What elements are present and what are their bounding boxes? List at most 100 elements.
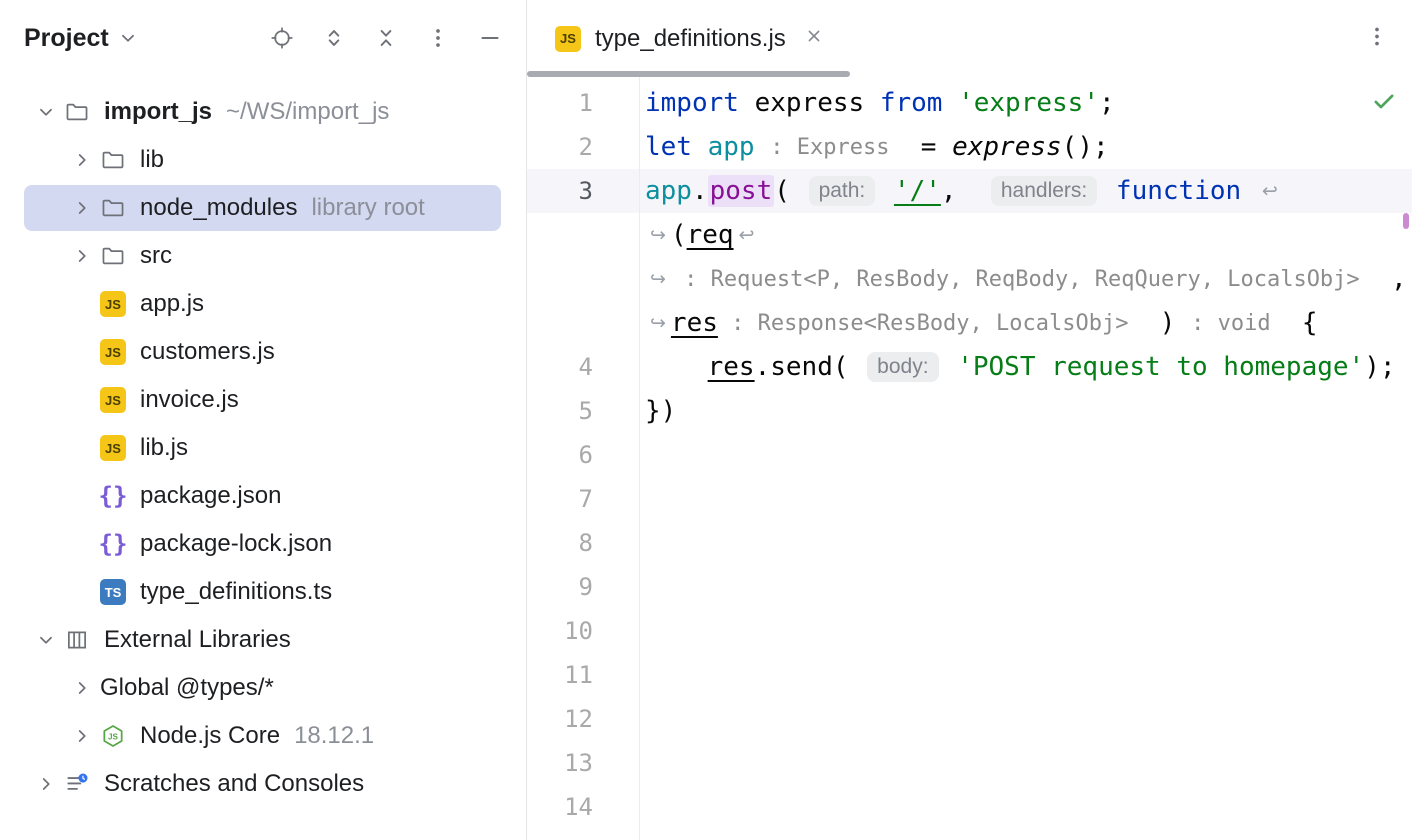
line-number: 9: [527, 565, 639, 609]
scrollbar-marker[interactable]: [1403, 213, 1409, 229]
js-file-icon: JS: [100, 435, 126, 461]
code-token: ,: [941, 176, 988, 206]
code-token: ;: [1099, 88, 1115, 118]
tree-item-hint: library root: [311, 194, 424, 222]
code-token: express: [952, 132, 1062, 162]
tree-item-hint: 18.12.1: [294, 722, 374, 750]
hide-icon: [477, 25, 503, 51]
folder-icon: [64, 99, 90, 125]
inspection-ok-icon[interactable]: [1370, 87, 1398, 115]
locate-icon: [269, 25, 295, 51]
code-line-wrap[interactable]: ↪(req↩: [527, 213, 1412, 257]
tree-item-customers-js[interactable]: JScustomers.js: [0, 328, 526, 376]
code-line-10[interactable]: 10: [527, 609, 1412, 653]
gutter-separator: [639, 77, 640, 840]
tree-item-package-json[interactable]: {}package.json: [0, 472, 526, 520]
code-token: }): [645, 396, 676, 426]
code-token: express: [755, 88, 880, 118]
tree-item-lib[interactable]: lib: [0, 136, 526, 184]
tree-item-label: lib.js: [140, 434, 188, 462]
tree-item-lib-js[interactable]: JS lib.js: [0, 424, 526, 472]
code-line-2[interactable]: 2let app : Express = express();: [527, 125, 1412, 169]
code-line-7[interactable]: 7: [527, 477, 1412, 521]
line-number: 6: [527, 433, 639, 477]
line-number: [527, 257, 639, 301]
code-line-4[interactable]: 4 res.send( body: 'POST request to homep…: [527, 345, 1412, 389]
js-file-icon: JS: [100, 291, 126, 317]
project-view-selector[interactable]: Project: [24, 24, 139, 53]
code-line-8[interactable]: 8: [527, 521, 1412, 565]
code-area[interactable]: 1import express from 'express';2let app …: [527, 77, 1412, 840]
tree-item-label: Global @types/*: [100, 674, 274, 702]
tree-item-label: node_modules: [140, 194, 297, 222]
kebab-icon: [1364, 23, 1390, 54]
code-line-3[interactable]: 3app.post( path: '/', handlers: function…: [527, 169, 1412, 213]
editor-more-button[interactable]: [1364, 23, 1390, 54]
more-icon: [425, 25, 451, 51]
chevron-right-icon[interactable]: [64, 142, 100, 178]
chevron-spacer: [64, 574, 100, 610]
chevron-down-icon[interactable]: [28, 622, 64, 658]
soft-wrap-icon: ↩: [1262, 180, 1278, 202]
editor-tab[interactable]: JS type_definitions.js: [527, 0, 850, 77]
tree-item-external-libraries[interactable]: External Libraries: [0, 616, 526, 664]
inlay-hint-chip[interactable]: body:: [867, 352, 938, 382]
chevron-down-icon[interactable]: [28, 94, 64, 130]
inlay-hint-chip[interactable]: handlers:: [991, 176, 1097, 206]
folder-icon: [100, 195, 126, 221]
tab-close-button[interactable]: [804, 26, 824, 51]
tree-item-app-js[interactable]: JS app.js: [0, 280, 526, 328]
code-token: req: [687, 220, 734, 250]
tree-item-package-lock-json[interactable]: {}package-lock.json: [0, 520, 526, 568]
code-line-14[interactable]: 14: [527, 785, 1412, 829]
tree-item-src[interactable]: src: [0, 232, 526, 280]
code-line-6[interactable]: 6: [527, 433, 1412, 477]
chevron-spacer: [64, 526, 100, 562]
tree-item-label: app.js: [140, 290, 204, 318]
code-token: =: [889, 132, 952, 162]
code-line-11[interactable]: 11: [527, 653, 1412, 697]
code-text: let app : Express = express();: [639, 132, 1109, 162]
tree-item-import-js[interactable]: import_js~/WS/import_js: [0, 88, 526, 136]
code-line-wrap[interactable]: ↪res : Response<ResBody, LocalsObj> ) : …: [527, 301, 1412, 345]
more-button[interactable]: [420, 20, 456, 56]
line-number: 2: [527, 125, 639, 169]
locate-button[interactable]: [264, 20, 300, 56]
tree-item-global-types[interactable]: Global @types/*: [0, 664, 526, 712]
chevron-right-icon[interactable]: [64, 190, 100, 226]
code-line-1[interactable]: 1import express from 'express';: [527, 81, 1412, 125]
project-tool-window: Project import_js~/WS/import_jslibnode_m…: [0, 0, 527, 840]
tree-item-invoice-js[interactable]: JSinvoice.js: [0, 376, 526, 424]
chevron-spacer: [64, 430, 100, 466]
tree-item-label: External Libraries: [104, 626, 291, 654]
code-line-5[interactable]: 5}): [527, 389, 1412, 433]
tree-item-type-definitions-ts[interactable]: TStype_definitions.ts: [0, 568, 526, 616]
tree-item-label: package-lock.json: [140, 530, 332, 558]
chevron-right-icon[interactable]: [64, 238, 100, 274]
line-number: 11: [527, 653, 639, 697]
collapse-all-button[interactable]: [368, 20, 404, 56]
tree-item-scratches-and-consoles[interactable]: Scratches and Consoles: [0, 760, 526, 808]
library-icon: [64, 627, 90, 653]
code-line-9[interactable]: 9: [527, 565, 1412, 609]
line-number: 13: [527, 741, 639, 785]
inlay-hint-chip[interactable]: path:: [809, 176, 876, 206]
tree-item-label: Scratches and Consoles: [104, 770, 364, 798]
chevron-right-icon[interactable]: [28, 766, 64, 802]
code-line-wrap[interactable]: ↪ : Request<P, ResBody, ReqBody, ReqQuer…: [527, 257, 1412, 301]
project-panel-title: Project: [24, 24, 109, 53]
code-token: : Express: [770, 135, 889, 160]
code-line-13[interactable]: 13: [527, 741, 1412, 785]
code-token: res: [671, 308, 718, 338]
code-token: : Response<ResBody, LocalsObj>: [718, 311, 1129, 336]
expand-all-button[interactable]: [316, 20, 352, 56]
code-token: import: [645, 88, 755, 118]
code-line-12[interactable]: 12: [527, 697, 1412, 741]
chevron-right-icon[interactable]: [64, 670, 100, 706]
tree-item-node-modules[interactable]: node_modules library root: [0, 184, 526, 232]
code-text: app.post( path: '/', handlers: function …: [639, 175, 1283, 207]
chevron-right-icon[interactable]: [64, 718, 100, 754]
hide-button[interactable]: [472, 20, 508, 56]
tree-item-node-js-core[interactable]: JSNode.js Core18.12.1: [0, 712, 526, 760]
code-text: ↪ : Request<P, ResBody, ReqBody, ReqQuer…: [639, 264, 1412, 294]
